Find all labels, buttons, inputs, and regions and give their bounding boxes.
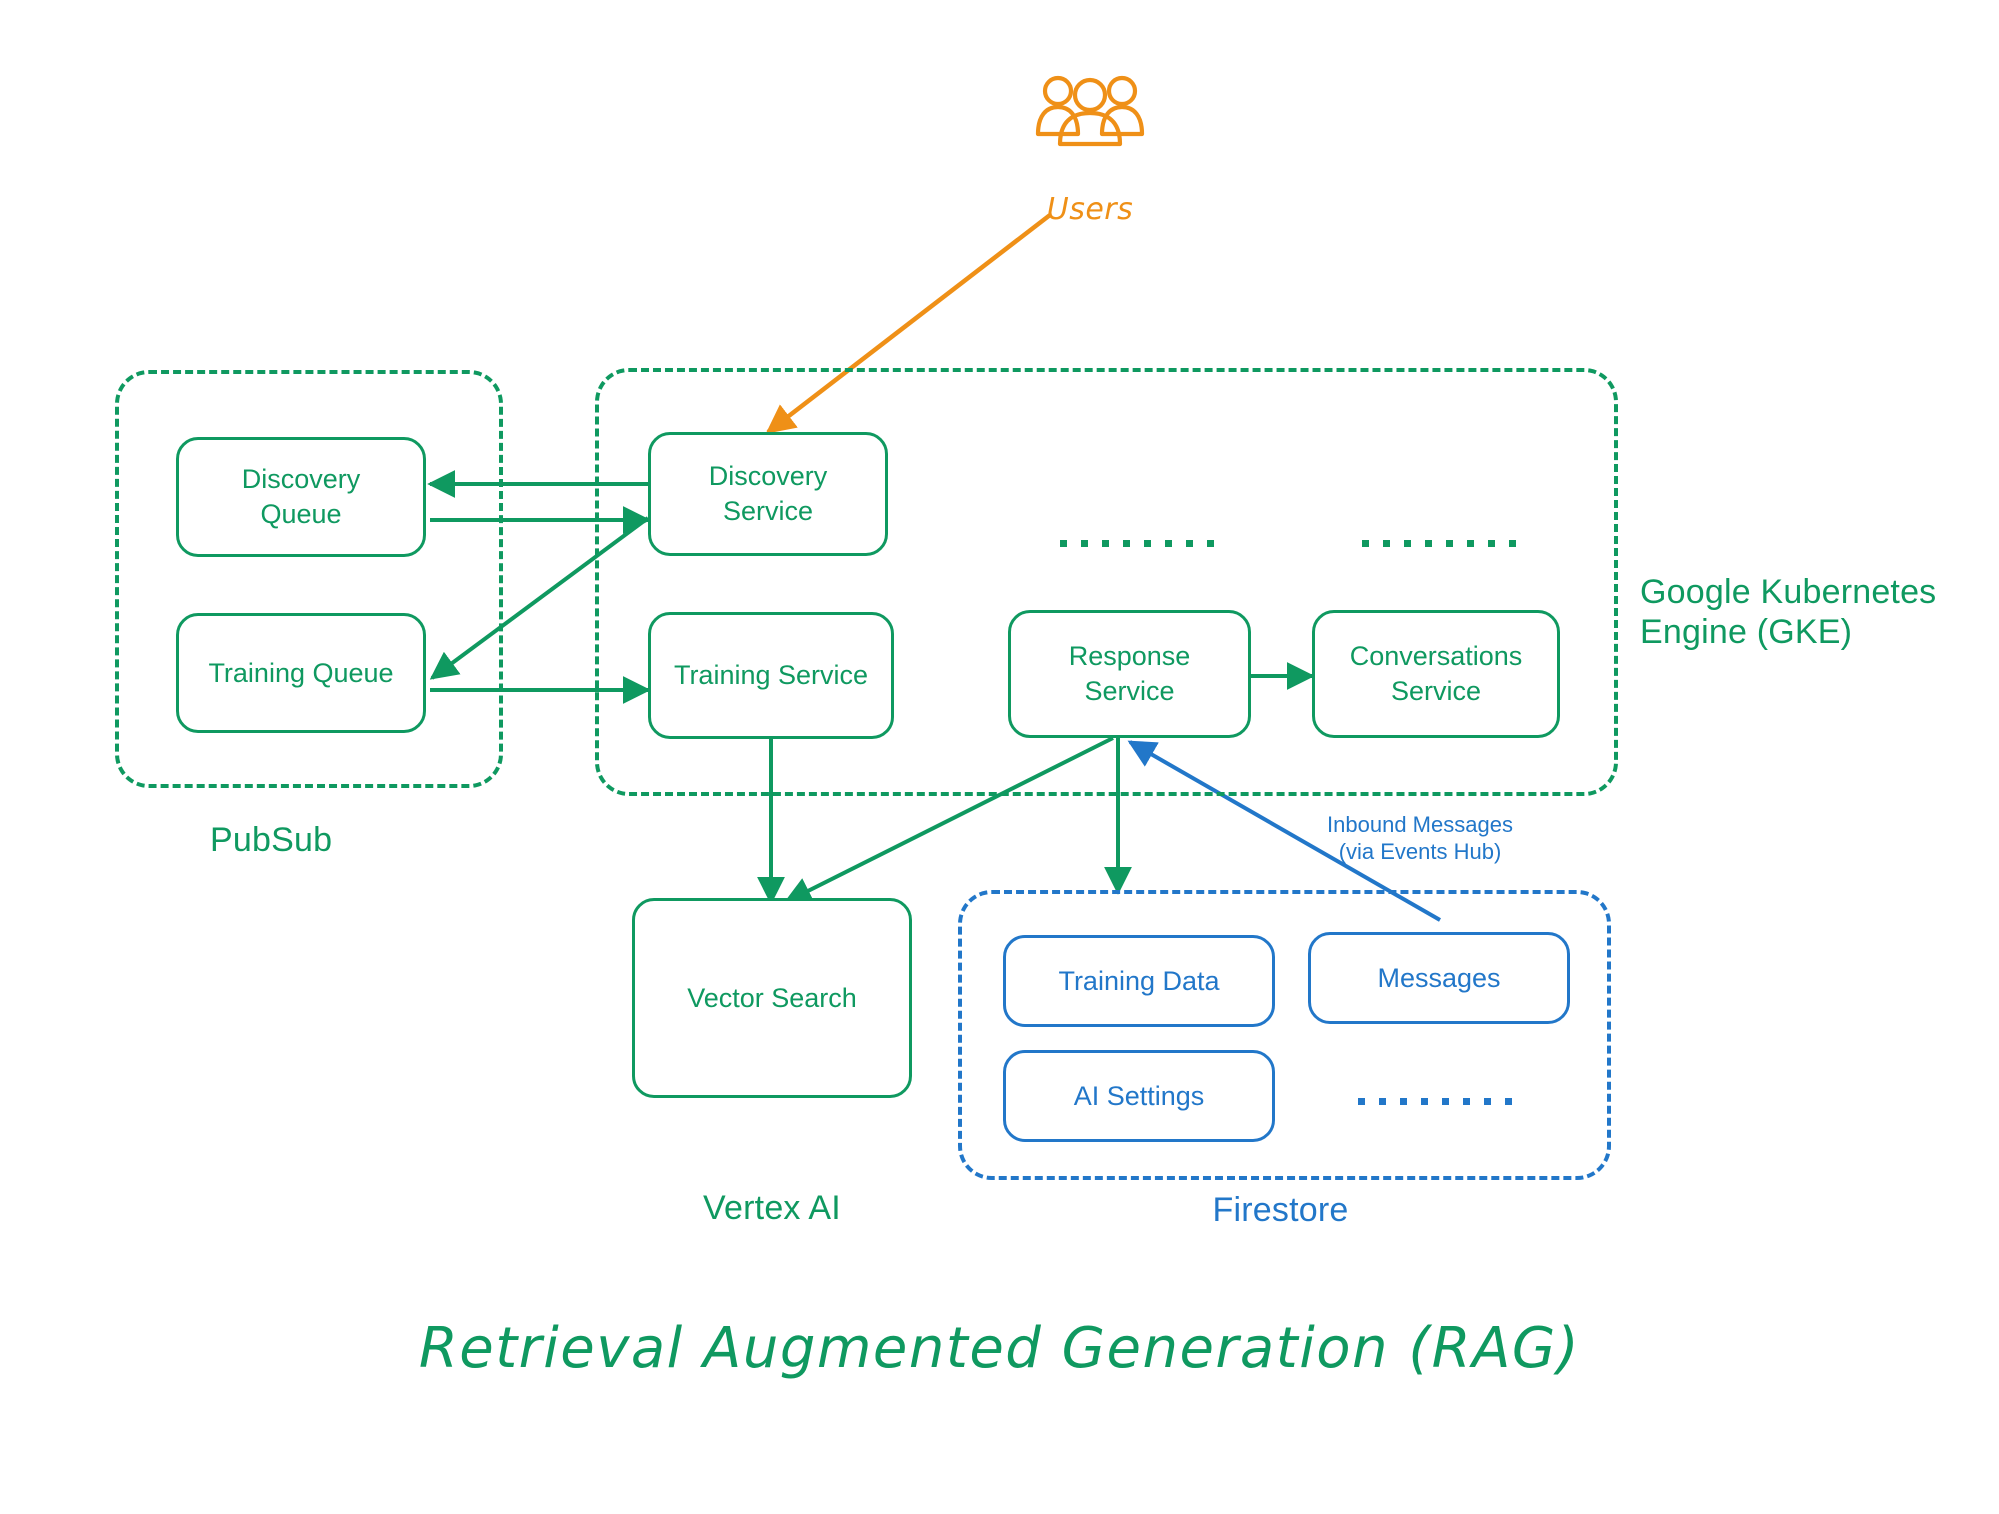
node-messages[interactable]: Messages (1308, 932, 1570, 1024)
node-vector-search[interactable]: Vector Search (632, 898, 912, 1098)
diagram-title: Retrieval Augmented Generation (RAG) (418, 1316, 1581, 1381)
node-discovery-queue[interactable]: Discovery Queue (176, 437, 426, 557)
group-label-vertex-ai: Vertex AI (703, 1189, 841, 1227)
node-training-data[interactable]: Training Data (1003, 935, 1275, 1027)
firestore-ellipsis (1358, 1098, 1512, 1105)
node-conversations-service[interactable]: Conversations Service (1312, 610, 1560, 738)
group-label-pubsub: PubSub (210, 821, 333, 859)
group-label-firestore: Firestore (1212, 1191, 1349, 1229)
users-label: Users (1046, 192, 1134, 227)
users-group-icon (1035, 75, 1145, 147)
group-label-gke: Google Kubernetes Engine (GKE) (1640, 573, 1937, 652)
node-response-service[interactable]: Response Service (1008, 610, 1251, 738)
gke-ellipsis-1 (1060, 540, 1214, 547)
node-training-service[interactable]: Training Service (648, 612, 894, 739)
diagram-canvas: Users Discovery Queue Training Queue Pub… (0, 0, 1999, 1514)
gke-ellipsis-2 (1362, 540, 1516, 547)
node-ai-settings[interactable]: AI Settings (1003, 1050, 1275, 1142)
node-discovery-service[interactable]: Discovery Service (648, 432, 888, 556)
node-training-queue[interactable]: Training Queue (176, 613, 426, 733)
edge-caption-inbound-messages: Inbound Messages (via Events Hub) (1327, 812, 1513, 864)
